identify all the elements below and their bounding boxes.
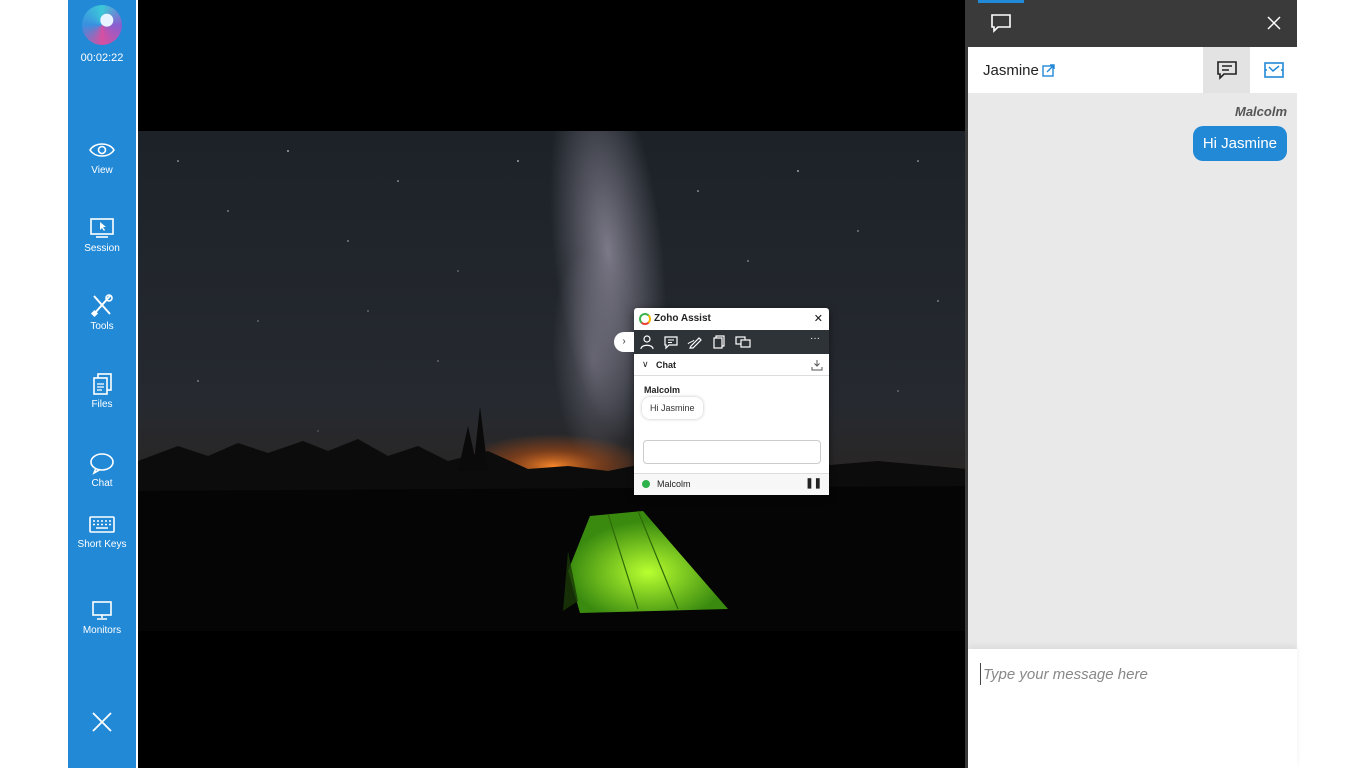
annotate-icon[interactable] (687, 334, 703, 350)
chat-icon[interactable] (663, 334, 679, 350)
remote-desktop-view[interactable]: › Zoho Assist ✕ ··· ∨ Chat Malcolm Hi Ja… (138, 0, 967, 768)
chat-lines-icon (1216, 61, 1237, 80)
widget-chat-header[interactable]: ∨ Chat (634, 355, 829, 376)
sidebar-item-monitors[interactable]: Monitors (68, 598, 136, 654)
zoho-assist-logo-icon (639, 313, 651, 325)
eye-icon (89, 143, 115, 157)
sidebar-item-label: Files (91, 399, 113, 410)
message-sender: Malcolm (1234, 104, 1287, 119)
monitor-icon (92, 601, 112, 620)
sidebar-item-chat[interactable]: Chat (68, 451, 136, 507)
widget-message-sender: Malcolm (644, 385, 681, 395)
monitor-cursor-icon (90, 218, 114, 238)
user-icon[interactable] (639, 334, 655, 350)
contact-name: Jasmine (983, 62, 1039, 79)
end-session-button[interactable] (88, 708, 116, 736)
sidebar-item-label: View (91, 165, 113, 176)
pause-button[interactable]: ❚❚ (805, 478, 822, 489)
widget-toolbar: ··· (634, 330, 829, 354)
widget-close-button[interactable]: ✕ (814, 312, 823, 325)
night-sky-image (138, 131, 967, 631)
widget-footer: Malcolm ❚❚ (634, 473, 829, 495)
session-sidebar: 00:02:22 View Session Tools Files Chat S… (68, 0, 136, 768)
zoho-assist-logo (82, 5, 122, 45)
sidebar-item-files[interactable]: Files (68, 372, 136, 428)
message-input[interactable] (980, 663, 1283, 685)
chevron-down-icon: ∨ (642, 359, 649, 369)
tools-icon (90, 294, 113, 318)
more-icon[interactable]: ··· (810, 333, 826, 349)
keyboard-icon (89, 516, 115, 533)
download-icon[interactable] (811, 359, 823, 371)
chat-panel-header: Jasmine (968, 47, 1297, 93)
chat-icon[interactable] (990, 12, 1012, 34)
external-link-icon[interactable] (1042, 64, 1055, 77)
session-timer: 00:02:22 (80, 52, 124, 64)
chat-panel-topbar (968, 0, 1297, 47)
widget-message-input[interactable] (643, 440, 821, 464)
widget-collapse-button[interactable]: › (614, 332, 634, 352)
active-tab-indicator (978, 0, 1024, 3)
sidebar-item-label: Tools (90, 321, 114, 332)
tab-chat[interactable] (1203, 47, 1250, 93)
sidebar-item-label: Short Keys (77, 539, 127, 550)
online-status-icon (642, 480, 650, 488)
sidebar-item-label: Session (84, 243, 120, 254)
video-call-icon (1263, 62, 1284, 78)
sidebar-item-label: Monitors (82, 625, 122, 636)
sidebar-item-short-keys[interactable]: Short Keys (68, 512, 136, 568)
files-icon (93, 373, 112, 395)
switch-monitor-icon[interactable] (735, 334, 751, 350)
tab-video[interactable] (1250, 47, 1297, 93)
sidebar-item-tools[interactable]: Tools (68, 294, 136, 350)
speech-bubble-icon (90, 453, 114, 475)
close-icon (92, 712, 112, 732)
widget-message-bubble: Hi Jasmine (642, 397, 703, 419)
zoho-assist-widget: › Zoho Assist ✕ ··· ∨ Chat Malcolm Hi Ja… (614, 308, 829, 495)
widget-chat-title: Chat (656, 360, 676, 370)
widget-titlebar: Zoho Assist ✕ (634, 308, 829, 330)
sidebar-item-session[interactable]: Session (68, 216, 136, 272)
clipboard-icon[interactable] (711, 334, 727, 350)
widget-technician-name: Malcolm (657, 479, 691, 489)
sidebar-item-label: Chat (91, 478, 113, 489)
sidebar-item-view[interactable]: View (68, 138, 136, 194)
message-composer (968, 649, 1297, 768)
desktop-wallpaper (138, 131, 967, 631)
widget-title: Zoho Assist (654, 313, 711, 324)
message-bubble: Hi Jasmine (1192, 126, 1287, 161)
close-icon[interactable] (1266, 15, 1282, 31)
chat-panel: Jasmine Malcolm Hi Jasmine (968, 0, 1297, 768)
